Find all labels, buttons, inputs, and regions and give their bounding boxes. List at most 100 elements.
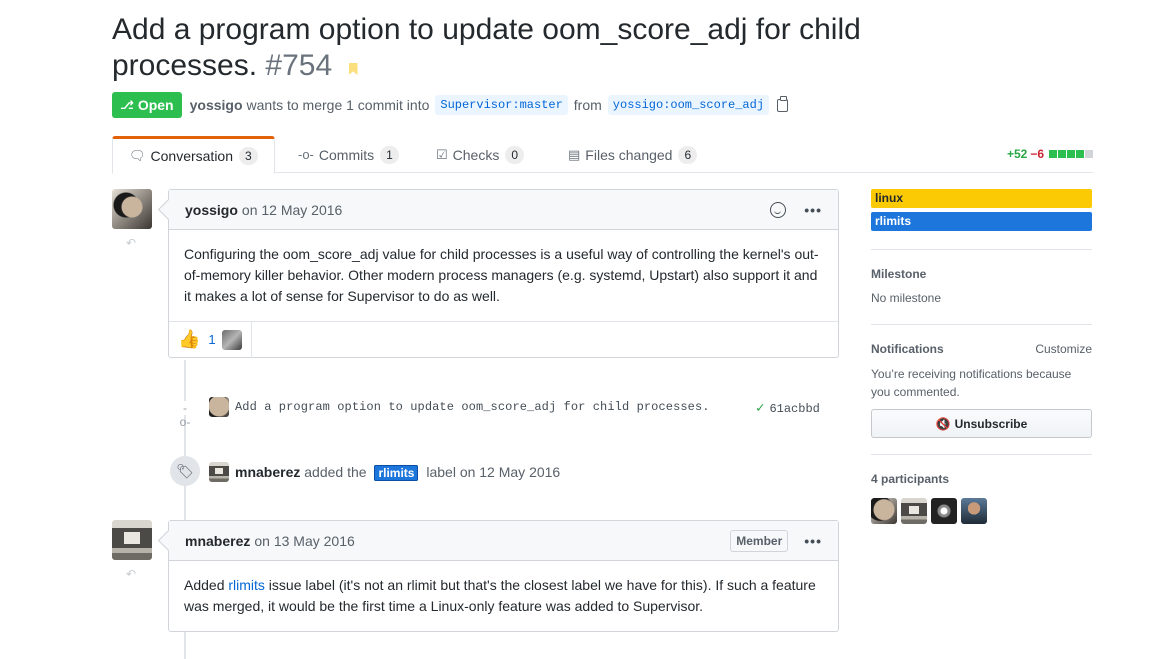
checklist-icon: ☑ bbox=[436, 146, 448, 162]
rlimits-link[interactable]: rlimits bbox=[228, 577, 265, 593]
kebab-horizontal-icon[interactable]: ••• bbox=[804, 202, 822, 218]
comment-text: issue label (it's not an rlimit but that… bbox=[184, 577, 816, 614]
reactions-bar: 👍 1 bbox=[169, 321, 838, 358]
reactor-avatar bbox=[221, 329, 242, 350]
comment-author[interactable]: yossigo bbox=[185, 202, 238, 218]
mute-icon: 🔇 bbox=[935, 416, 951, 431]
head-branch[interactable]: yossigo:oom_score_adj bbox=[607, 95, 770, 115]
avatar-yossigo[interactable] bbox=[112, 189, 152, 229]
comment-author[interactable]: mnaberez bbox=[185, 533, 250, 549]
avatar-mnaberez[interactable] bbox=[112, 520, 152, 560]
diffstat-block bbox=[1058, 150, 1066, 158]
tab-counter: 6 bbox=[678, 145, 698, 164]
comment-date[interactable]: on 13 May 2016 bbox=[254, 533, 354, 549]
git-commit-icon: -o- bbox=[298, 147, 314, 162]
comment-mnaberez: mnaberez on 13 May 2016 Member ••• Added… bbox=[168, 520, 839, 632]
tab-label: Files changed bbox=[585, 146, 673, 163]
tab-label: Checks bbox=[452, 146, 500, 163]
reaction-thumbs-up[interactable]: 👍 1 bbox=[169, 321, 252, 358]
commit-sha[interactable]: ✓ 61acbbd bbox=[756, 400, 820, 417]
milestone-heading[interactable]: Milestone bbox=[871, 267, 1092, 281]
participant-avatar[interactable] bbox=[961, 498, 987, 524]
smiley-icon[interactable] bbox=[770, 202, 787, 218]
diffstat-additions: +52 bbox=[1006, 147, 1028, 161]
event-action: added the bbox=[304, 463, 367, 480]
comment-date[interactable]: on 12 May 2016 bbox=[242, 202, 342, 218]
state-badge: ⎇ Open bbox=[112, 92, 182, 118]
label-event: mnaberez added the rlimits label on 12 M… bbox=[209, 461, 560, 483]
label-rlimits[interactable]: rlimits bbox=[871, 212, 1092, 231]
milestone-section: Milestone No milestone bbox=[871, 250, 1092, 325]
base-branch[interactable]: Supervisor:master bbox=[435, 95, 568, 115]
comment-actions: ••• bbox=[770, 190, 822, 230]
pr-title-text: Add a program option to update oom_score… bbox=[112, 13, 861, 82]
tab-label: Commits bbox=[318, 146, 375, 163]
commit-message[interactable]: Add a program option to update oom_score… bbox=[235, 400, 710, 414]
pr-author-link[interactable]: yossigo bbox=[190, 97, 243, 113]
milestone-value: No milestone bbox=[871, 291, 942, 305]
tab-counter: 1 bbox=[380, 145, 399, 164]
state-label: Open bbox=[137, 97, 174, 113]
clipboard-icon[interactable] bbox=[777, 95, 789, 112]
commit-author-avatar[interactable] bbox=[209, 397, 229, 417]
timeline-line bbox=[184, 360, 186, 520]
actor-avatar[interactable] bbox=[209, 462, 229, 482]
event-suffix: label on 12 May 2016 bbox=[426, 463, 561, 480]
labels-section: linux rlimits bbox=[871, 189, 1092, 250]
tab-commits[interactable]: -o- Commits 1 bbox=[282, 136, 415, 173]
customize-link[interactable]: Customize bbox=[1035, 342, 1092, 356]
comment-yossigo: yossigo on 12 May 2016 ••• Configuring t… bbox=[168, 189, 839, 358]
comment-discussion-icon: 🗨 bbox=[129, 148, 146, 163]
pr-meta: ⎇ Open yossigo wants to merge 1 commit i… bbox=[112, 92, 789, 118]
diffstat-block bbox=[1067, 150, 1075, 158]
member-badge: Member bbox=[730, 530, 789, 552]
comment-body: Configuring the oom_score_adj value for … bbox=[184, 246, 819, 304]
unsubscribe-label: Unsubscribe bbox=[954, 416, 1028, 431]
tab-counter: 3 bbox=[239, 147, 258, 165]
label-rlimits[interactable]: rlimits bbox=[374, 464, 419, 481]
bookmark-icon bbox=[348, 63, 358, 75]
check-icon: ✓ bbox=[756, 401, 765, 417]
comment-header: mnaberez on 13 May 2016 Member ••• bbox=[169, 521, 838, 561]
tab-conversation[interactable]: 🗨 Conversation 3 bbox=[112, 136, 275, 174]
git-pull-request-icon: ⎇ bbox=[120, 98, 134, 112]
tab-counter: 0 bbox=[505, 145, 525, 164]
sidebar: linux rlimits Milestone No milestone Not… bbox=[871, 189, 1092, 524]
diffstat-block bbox=[1049, 150, 1057, 158]
notifications-section: Notifications Customize You’re receiving… bbox=[871, 325, 1092, 455]
participants-section: 4 participants bbox=[871, 455, 1092, 524]
diffstat-deletions: −6 bbox=[1030, 147, 1044, 161]
label-linux[interactable]: linux bbox=[871, 189, 1092, 208]
git-commit-icon: -o- bbox=[178, 401, 192, 429]
merge-text: wants to merge 1 commit into bbox=[246, 97, 430, 113]
participants-list bbox=[871, 498, 1092, 524]
kebab-horizontal-icon[interactable]: ••• bbox=[804, 533, 822, 549]
tab-label: Conversation bbox=[150, 148, 234, 164]
diffstat-block bbox=[1076, 150, 1084, 158]
file-diff-icon: ▤ bbox=[568, 146, 581, 162]
event-actor[interactable]: mnaberez bbox=[235, 464, 300, 480]
pr-title: Add a program option to update oom_score… bbox=[112, 12, 912, 84]
participant-avatar[interactable] bbox=[901, 498, 927, 524]
comment-body: Added rlimits issue label (it's not an r… bbox=[169, 561, 838, 631]
notifications-header: Notifications Customize bbox=[871, 342, 1092, 356]
tab-checks[interactable]: ☑ Checks 0 bbox=[420, 136, 540, 173]
unsubscribe-button[interactable]: 🔇 Unsubscribe bbox=[871, 409, 1092, 438]
commit-event: Add a program option to update oom_score… bbox=[209, 397, 710, 417]
diffstat[interactable]: +52 −6 bbox=[1007, 147, 1093, 161]
diffstat-block bbox=[1085, 150, 1093, 158]
commit-sha-text: 61acbbd bbox=[769, 401, 820, 416]
pr-number: #754 bbox=[265, 49, 333, 82]
participant-avatar[interactable] bbox=[931, 498, 957, 524]
participant-avatar[interactable] bbox=[871, 498, 897, 524]
reaction-count: 1 bbox=[208, 332, 216, 347]
reply-icon: ↶ bbox=[126, 567, 137, 581]
comment-header: yossigo on 12 May 2016 ••• bbox=[169, 190, 838, 230]
notifications-text: You’re receiving notifications because y… bbox=[871, 367, 1072, 399]
tag-icon: 🏷 bbox=[170, 456, 200, 486]
pr-tabs: 🗨 Conversation 3 -o- Commits 1 ☑ Checks … bbox=[112, 136, 1093, 174]
from-text: from bbox=[573, 97, 602, 113]
tab-files-changed[interactable]: ▤ Files changed 6 bbox=[552, 136, 713, 173]
comment-text: Added bbox=[184, 577, 229, 593]
notifications-heading: Notifications bbox=[871, 342, 944, 356]
